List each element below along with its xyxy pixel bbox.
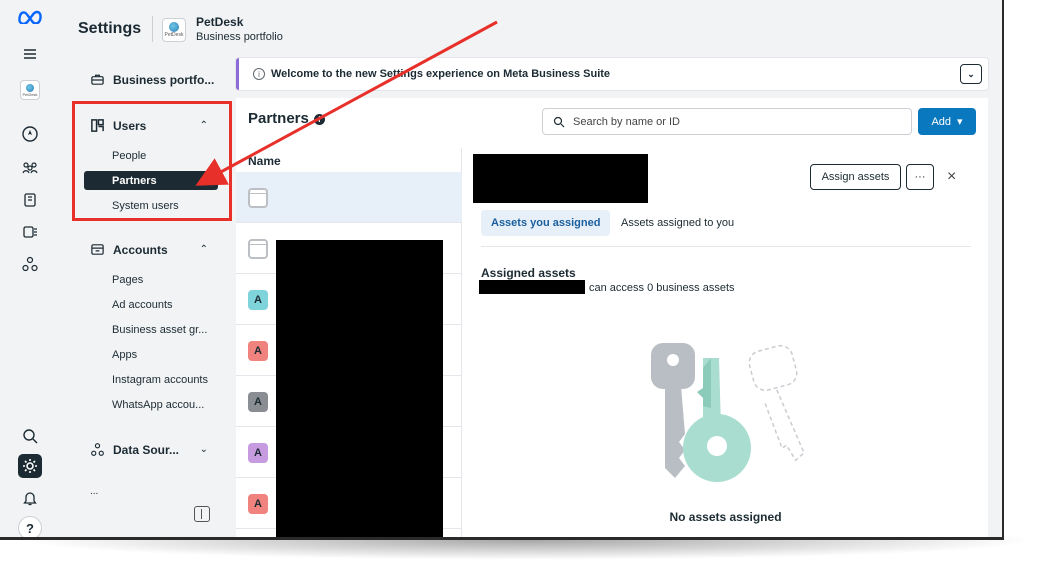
- integrations-icon[interactable]: [18, 252, 42, 276]
- redacted-partner-names: [276, 240, 443, 537]
- keys-illustration-icon: [651, 343, 805, 482]
- add-button[interactable]: Add ▾: [918, 108, 976, 135]
- sidebar-item-whatsapp-accounts[interactable]: WhatsApp accou...: [112, 399, 242, 411]
- chevron-up-icon: ⌃: [199, 244, 208, 255]
- column-header-name: Name: [248, 154, 281, 168]
- business-logo-text: PetDesk: [164, 32, 184, 38]
- annotation-highlight-box: [72, 101, 232, 221]
- sidebar-item-business-asset-groups[interactable]: Business asset gr...: [112, 324, 242, 336]
- partners-list: Name A A A A A: [236, 148, 462, 537]
- notifications-bell-icon[interactable]: [18, 486, 42, 510]
- header-divider: [152, 16, 153, 42]
- partners-title: Partners i: [248, 110, 325, 127]
- welcome-banner: i Welcome to the new Settings experience…: [236, 58, 988, 90]
- navigation-compass-icon[interactable]: [18, 122, 42, 146]
- main-panel: i Welcome to the new Settings experience…: [236, 50, 1002, 537]
- sidebar-item-apps[interactable]: Apps: [112, 349, 242, 361]
- assigned-assets-heading: Assigned assets: [481, 266, 576, 280]
- partners-content: Partners i Add ▾ Name A A A A A Assign assets…: [236, 98, 988, 537]
- sidebar-section-data-sources[interactable]: Data Sour... ⌄: [90, 442, 208, 457]
- partner-avatar: A: [248, 494, 268, 514]
- business-logo: PetDesk: [162, 18, 186, 42]
- caret-down-icon: ▾: [957, 116, 963, 128]
- search-icon[interactable]: [18, 424, 42, 448]
- partner-avatar: A: [248, 443, 268, 463]
- page-title: Settings: [78, 20, 142, 37]
- sidebar-item-business-portfolio[interactable]: Business portfo...: [90, 72, 214, 87]
- empty-state-title: No assets assigned: [669, 510, 782, 524]
- tab-assets-assigned-to-you[interactable]: Assets assigned to you: [611, 210, 744, 236]
- chevron-down-icon[interactable]: ⌄: [960, 64, 982, 84]
- more-options-icon[interactable]: ···: [906, 164, 934, 190]
- info-icon: i: [253, 68, 265, 80]
- help-icon[interactable]: ?: [18, 516, 42, 537]
- business-logo-icon: [169, 22, 179, 32]
- tab-assets-you-assigned[interactable]: Assets you assigned: [481, 210, 611, 236]
- sidebar-item-instagram-accounts[interactable]: Instagram accounts: [112, 374, 242, 386]
- partner-avatar: A: [248, 341, 268, 361]
- sidebar-item-label: Business portfo...: [113, 72, 215, 87]
- collapse-sidebar-icon[interactable]: [194, 506, 210, 522]
- meta-logo-icon[interactable]: [16, 4, 44, 28]
- header: Settings PetDesk PetDesk Business portfo…: [60, 0, 1002, 50]
- help-info-icon[interactable]: i: [313, 113, 325, 125]
- table-row[interactable]: [236, 172, 462, 223]
- tab-divider: [481, 246, 971, 247]
- sidebar-item-ad-accounts[interactable]: Ad accounts: [112, 299, 242, 311]
- business-avatar-logo-icon: [26, 83, 34, 92]
- partner-avatar: A: [248, 392, 268, 412]
- business-avatar-text: PetDesk: [22, 91, 38, 97]
- partners-title-text: Partners: [248, 110, 309, 127]
- business-subtitle: Business portfolio: [196, 31, 283, 43]
- partner-detail-panel: Assign assets ··· × Assets you assigned …: [463, 148, 988, 537]
- global-rail: PetDesk ?: [0, 0, 60, 537]
- redacted-partner-inline-name: [479, 280, 585, 294]
- search-input[interactable]: [573, 115, 893, 128]
- inbox-icon[interactable]: [18, 220, 42, 244]
- data-sources-icon: [91, 443, 104, 456]
- menu-icon[interactable]: [18, 42, 42, 66]
- add-button-label: Add: [931, 115, 952, 128]
- content-icon[interactable]: [18, 188, 42, 212]
- settings-gear-icon[interactable]: [18, 454, 42, 478]
- sidebar-section-label: Data Sour...: [113, 442, 180, 457]
- search-icon: [553, 116, 565, 127]
- close-icon[interactable]: ×: [947, 168, 956, 186]
- audience-icon[interactable]: [18, 156, 42, 180]
- accounts-icon: [91, 244, 104, 255]
- sidebar-item-partial[interactable]: ...: [90, 486, 220, 497]
- briefcase-icon: [91, 74, 104, 85]
- chevron-down-icon: ⌄: [199, 444, 208, 455]
- business-name: PetDesk: [196, 15, 244, 29]
- search-box: [542, 108, 912, 135]
- partner-avatar: A: [248, 290, 268, 310]
- sidebar-item-pages[interactable]: Pages: [112, 274, 242, 286]
- app-window: PetDesk ? Settings PetDesk PetDesk Busin…: [0, 0, 1004, 540]
- business-avatar[interactable]: PetDesk: [20, 80, 40, 100]
- partner-placeholder-icon: [248, 188, 268, 208]
- sidebar-section-accounts[interactable]: Accounts ⌃: [90, 242, 208, 257]
- sidebar-section-label: Accounts: [113, 242, 168, 257]
- redacted-partner-name: [473, 154, 648, 203]
- assign-assets-button[interactable]: Assign assets: [810, 164, 901, 190]
- partner-placeholder-icon: [248, 239, 268, 259]
- access-summary-text: can access 0 business assets: [589, 282, 735, 294]
- banner-text: Welcome to the new Settings experience o…: [271, 68, 611, 80]
